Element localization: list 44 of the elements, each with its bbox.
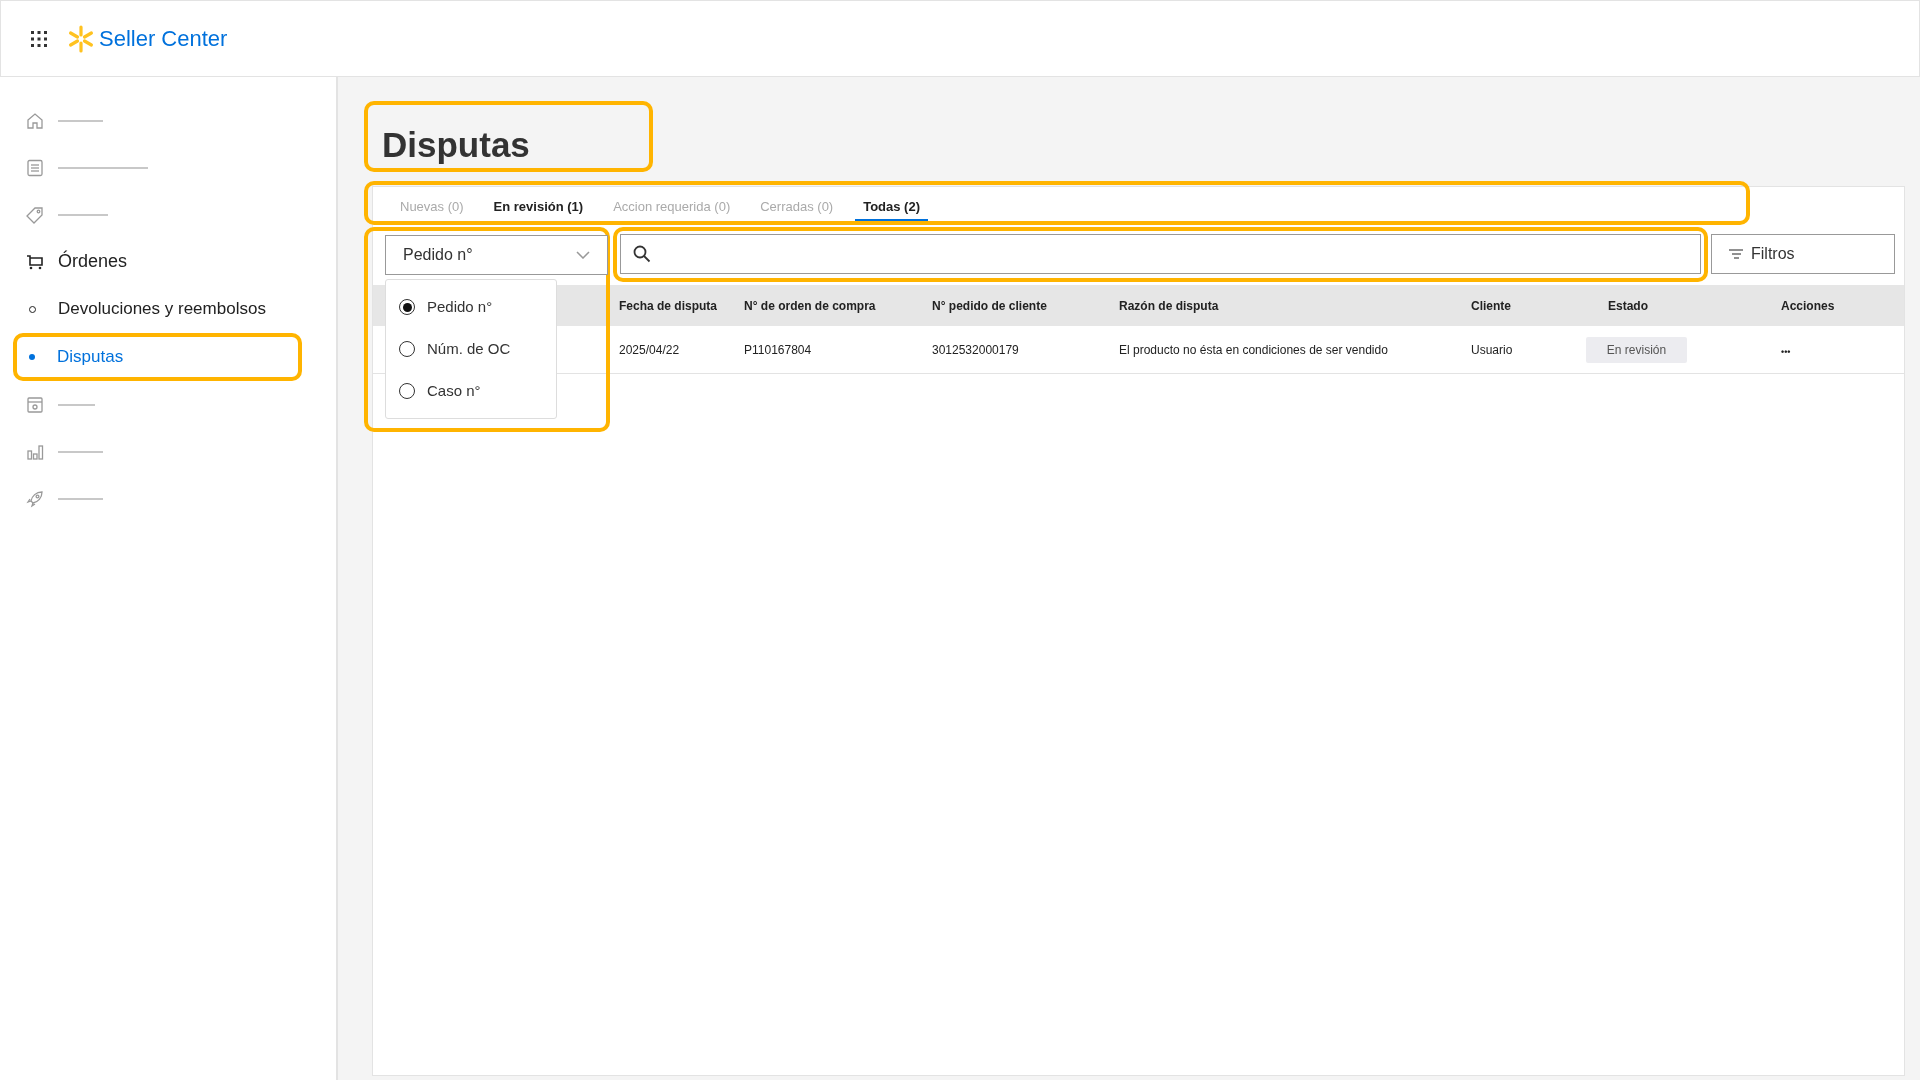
sidebar-subitem[interactable]: Disputas <box>57 344 124 370</box>
rocket-icon <box>26 489 44 508</box>
table-cell-text: 3012532000179 <box>932 341 1020 359</box>
filters-button[interactable]: Filtros <box>1711 234 1895 274</box>
bar-chart-icon <box>26 442 44 461</box>
app-title: Seller Center <box>99 25 228 53</box>
box-icon <box>26 395 44 414</box>
radio-option[interactable]: Caso n° <box>386 370 556 412</box>
cart-icon <box>26 252 44 271</box>
column-header: Cliente <box>1471 297 1512 315</box>
sidebar-subitem[interactable]: Devoluciones y reembolsos <box>58 296 266 322</box>
table-cell-text: 2025/04/22 <box>619 341 681 359</box>
page-title: Disputas <box>382 127 530 162</box>
column-header: N° de orden de compra <box>744 297 877 315</box>
spark-logo-icon <box>67 24 95 53</box>
column-header: Estado <box>1608 297 1649 315</box>
home-icon <box>26 111 44 130</box>
placeholder-line <box>58 213 108 216</box>
list-icon <box>26 158 44 177</box>
tab[interactable]: En revisión (1) <box>485 196 592 221</box>
tag-icon <box>26 205 44 224</box>
search-field[interactable] <box>620 234 1701 274</box>
placeholder-line <box>58 403 95 406</box>
column-header: N° pedido de cliente <box>932 297 1048 315</box>
placeholder-line <box>58 450 103 453</box>
filter-lines-icon <box>1729 249 1743 259</box>
radio-option[interactable]: Pedido n° <box>386 286 556 328</box>
column-header: Fecha de disputa <box>619 297 719 315</box>
more-actions-button[interactable]: ••• <box>1781 345 1791 359</box>
chevron-down-icon <box>576 251 590 259</box>
search-icon <box>633 245 651 263</box>
placeholder-line <box>58 497 103 500</box>
column-header: Razón de disputa <box>1119 297 1220 315</box>
table-cell-text: P110167804 <box>744 341 813 359</box>
table-cell-text: Usuario <box>1471 341 1514 359</box>
sidebar-item[interactable]: Órdenes <box>58 248 128 275</box>
placeholder-line <box>58 119 103 122</box>
table-cell-text: El producto no ésta en condiciones de ser vendido <box>1119 341 1389 359</box>
column-header: Acciones <box>1781 297 1836 315</box>
search-type-dropdown[interactable]: Pedido n° <box>385 235 608 275</box>
app-grid-icon[interactable] <box>30 29 48 48</box>
tab[interactable]: Todas (2) <box>855 196 928 221</box>
radio-option[interactable]: Núm. de OC <box>386 328 556 370</box>
status-badge: En revisión <box>1586 336 1687 363</box>
